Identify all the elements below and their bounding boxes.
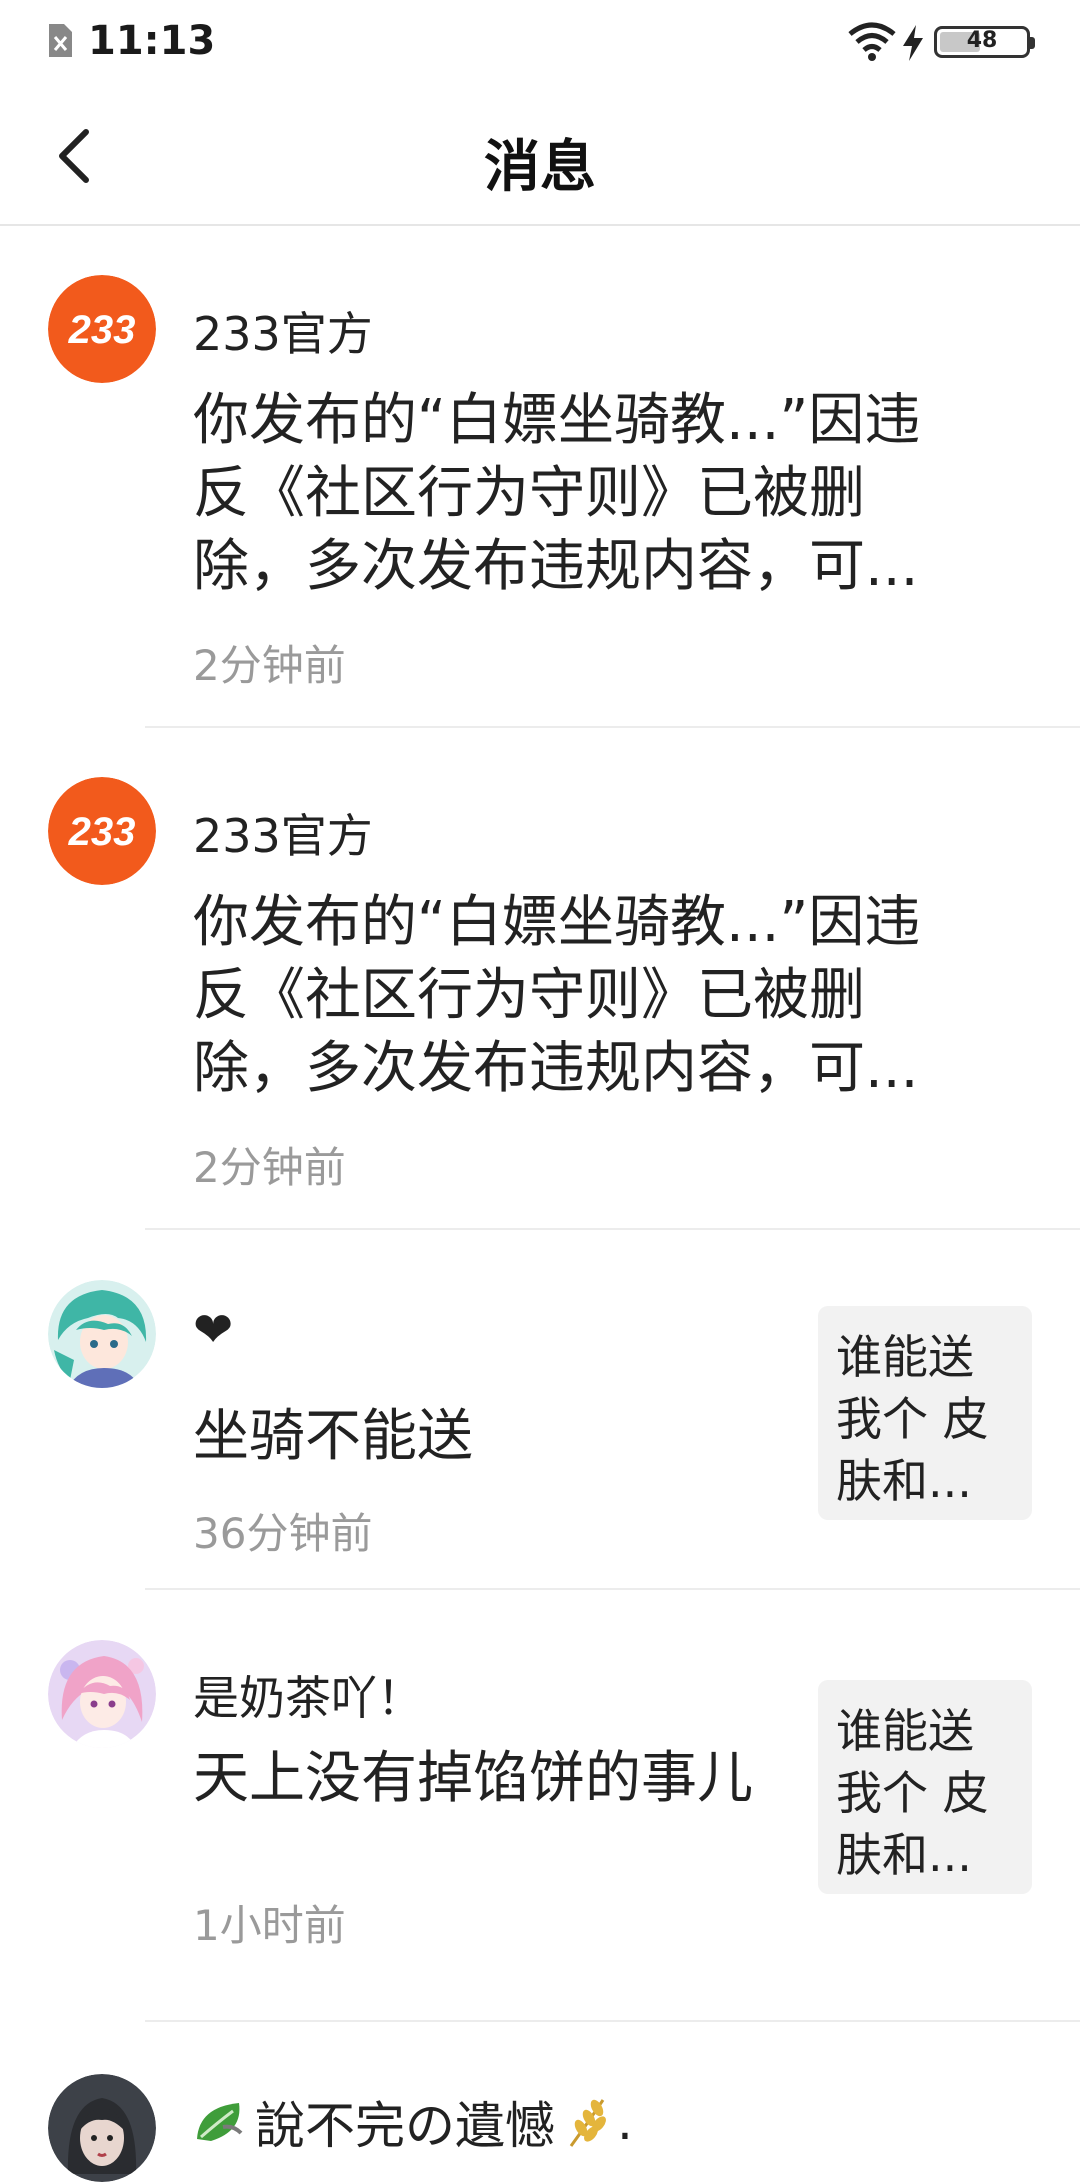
- message-time: 1小时前: [193, 1901, 346, 1950]
- sender-name: 是奶茶吖！: [193, 1671, 423, 1725]
- post-thumbnail[interactable]: 谁能送我个 皮肤和...: [818, 1306, 1032, 1520]
- message-item[interactable]: 233 233官方 你发布的“白嫖坐骑教...”因违反《社区行为守则》已被删除，…: [0, 728, 1080, 1230]
- anime-green-hair-avatar-icon: [48, 1280, 156, 1388]
- page-title: 消息: [484, 135, 596, 200]
- wheat-icon: [569, 2099, 606, 2147]
- post-thumbnail[interactable]: 谁能送我个 皮肤和...: [818, 1680, 1032, 1894]
- message-list: 233 233官方 你发布的“白嫖坐骑教...”因违反《社区行为守则》已被删除，…: [0, 226, 1080, 2182]
- charging-bolt-icon: [903, 25, 923, 61]
- 233-logo-icon: 233: [48, 275, 156, 383]
- avatar[interactable]: 233: [48, 275, 156, 383]
- battery-icon: 48: [934, 26, 1035, 58]
- wifi-icon: [848, 22, 896, 61]
- status-bar: 11:13 48: [0, 0, 1080, 86]
- message-time: 2分钟前: [193, 641, 346, 690]
- message-time: 2分钟前: [193, 1143, 346, 1192]
- nav-bar: 消息: [0, 86, 1080, 226]
- message-content: 你发布的“白嫖坐骑教...”因违反《社区行为守则》已被删除，多次发布违规内容，可…: [193, 388, 921, 599]
- avatar[interactable]: 233: [48, 777, 156, 885]
- sender-name-row: 說不完の遺憾 .: [193, 2086, 633, 2158]
- battery-text: 48: [966, 28, 998, 53]
- message-item[interactable]: 233 233官方 你发布的“白嫖坐骑教...”因违反《社区行为守则》已被删除，…: [0, 226, 1080, 728]
- avatar[interactable]: [48, 2074, 156, 2182]
- sender-name: 說不完の遺憾: [255, 2097, 555, 2155]
- message-item[interactable]: 說不完の遺憾 .: [0, 2022, 1080, 2182]
- status-time: 11:13: [88, 18, 216, 64]
- leaf-icon: [197, 2103, 243, 2141]
- svg-text:233: 233: [68, 810, 136, 854]
- avatar[interactable]: [48, 1280, 156, 1388]
- sender-name: ❤: [193, 1302, 234, 1358]
- svg-text:233: 233: [68, 308, 136, 352]
- avatar[interactable]: [48, 1640, 156, 1748]
- message-content: 你发布的“白嫖坐骑教...”因违反《社区行为守则》已被删除，多次发布违规内容，可…: [193, 890, 921, 1101]
- dark-hair-girl-avatar-icon: [48, 2074, 156, 2182]
- anime-pink-hair-avatar-icon: [48, 1640, 156, 1748]
- sim-blocked-icon: [49, 24, 72, 57]
- sender-name: 233官方: [193, 809, 373, 863]
- 233-logo-icon: 233: [48, 777, 156, 885]
- message-item[interactable]: ❤ 坐骑不能送 36分钟前 谁能送我个 皮肤和...: [0, 1230, 1080, 1590]
- message-content: 天上没有掉馅饼的事儿: [193, 1746, 753, 1811]
- message-time: 36分钟前: [193, 1509, 373, 1558]
- sender-name: 233官方: [193, 307, 373, 361]
- message-content: 坐骑不能送: [193, 1404, 473, 1469]
- message-item[interactable]: 是奶茶吖！ 天上没有掉馅饼的事儿 1小时前 谁能送我个 皮肤和...: [0, 1590, 1080, 2022]
- sender-name-suffix: .: [617, 2093, 633, 2151]
